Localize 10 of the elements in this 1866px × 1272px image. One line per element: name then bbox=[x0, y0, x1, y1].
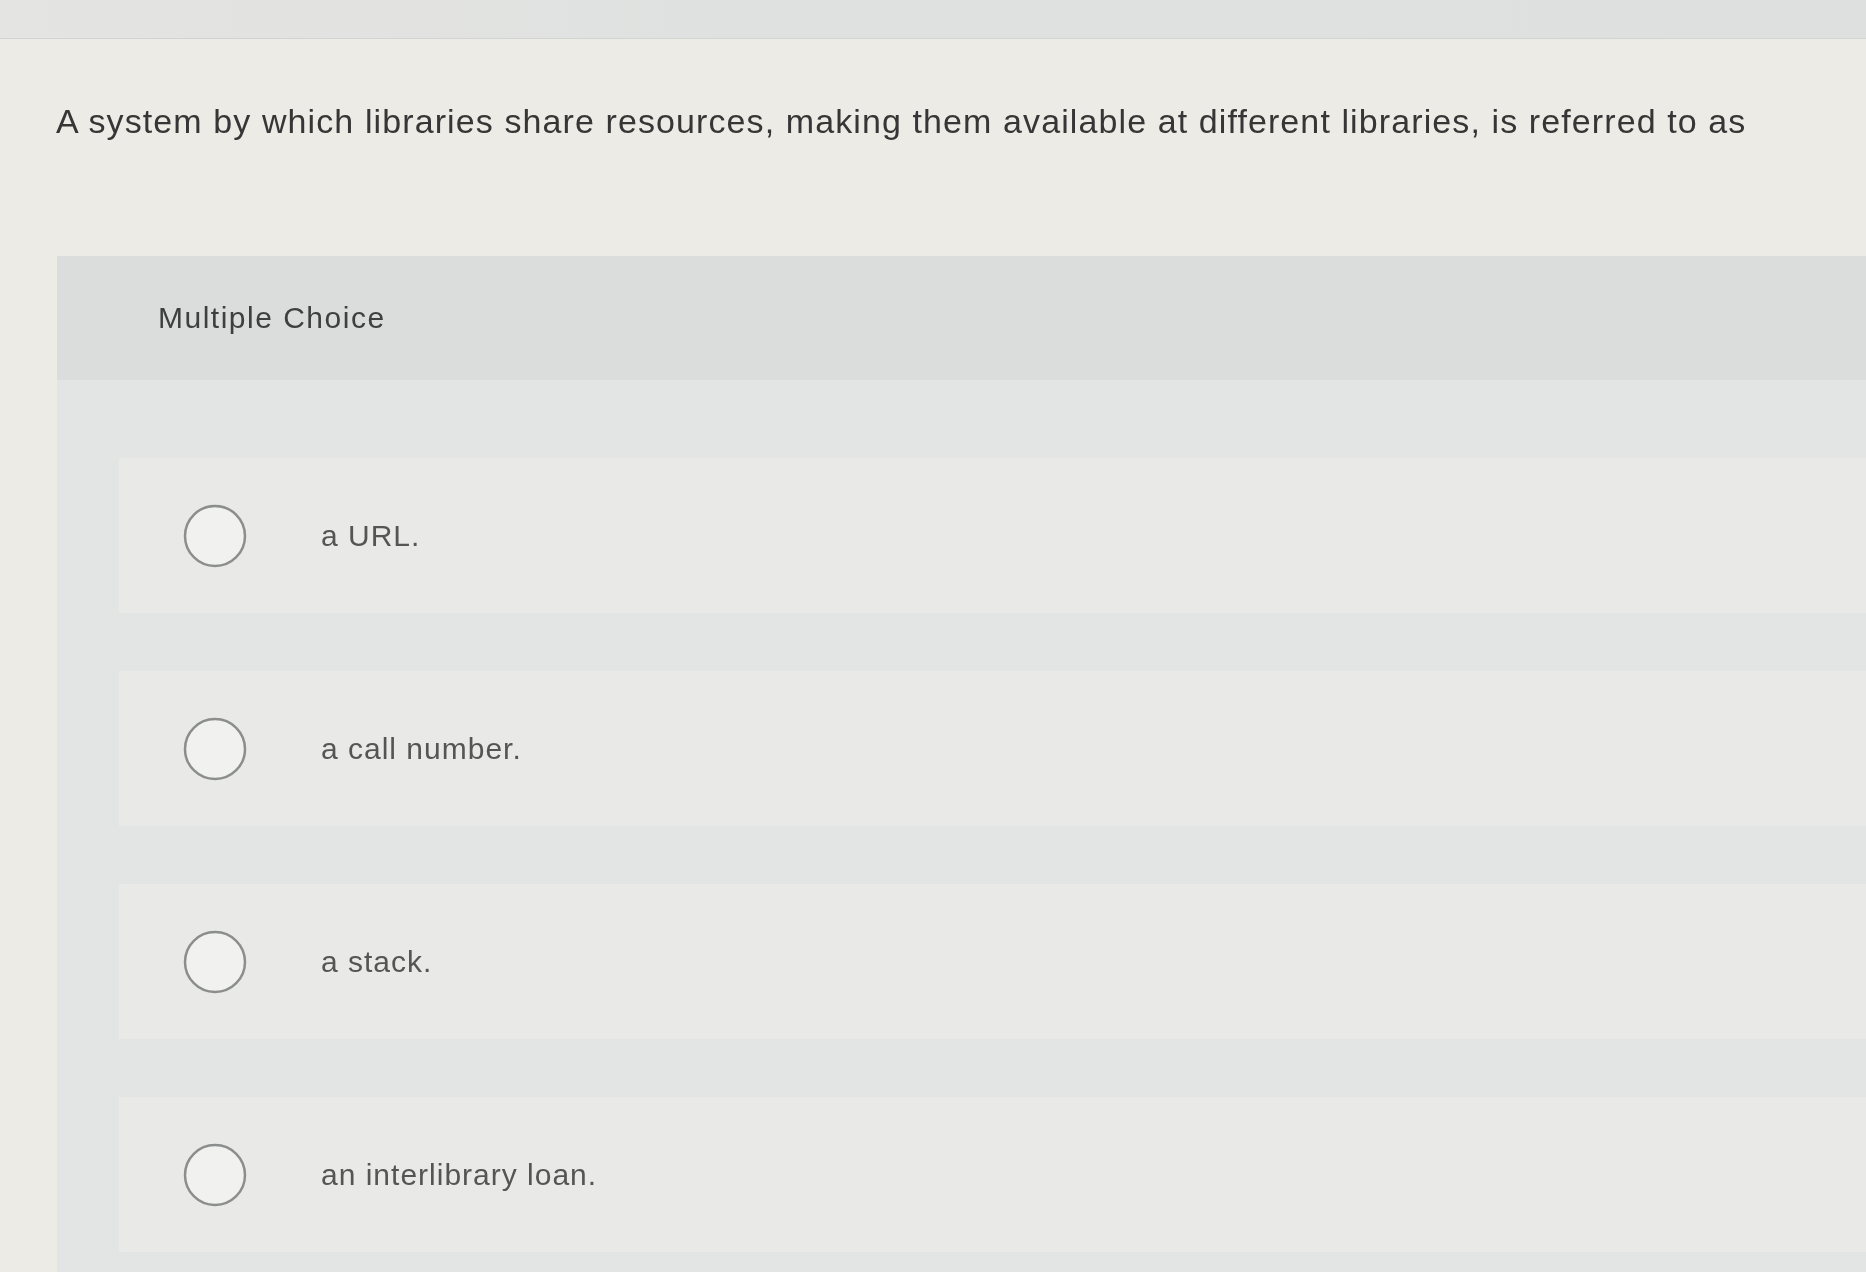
option-label: a stack. bbox=[321, 944, 433, 979]
question-type-label: Multiple Choice bbox=[158, 301, 386, 335]
option-label: a call number. bbox=[321, 731, 522, 766]
radio-button[interactable] bbox=[183, 716, 247, 781]
option-label: a URL. bbox=[321, 518, 421, 553]
option-label: an interlibrary loan. bbox=[321, 1157, 598, 1192]
radio-button[interactable] bbox=[183, 929, 247, 994]
question-text: A system by which libraries share resources, making them available at different libraries, is referred to as bbox=[56, 102, 1747, 141]
radio-button[interactable] bbox=[183, 1142, 247, 1207]
radio-button[interactable] bbox=[183, 503, 247, 568]
